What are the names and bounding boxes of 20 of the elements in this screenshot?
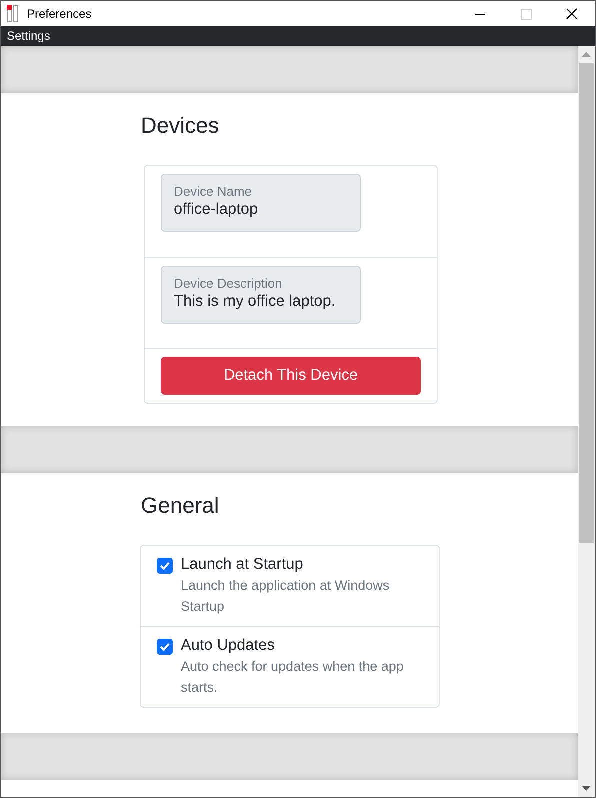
- detach-button[interactable]: Detach This Device: [161, 357, 421, 395]
- option-label: Auto Updates: [181, 637, 276, 655]
- checkmark-icon: [160, 643, 170, 651]
- scroll-thumb[interactable]: [579, 63, 594, 543]
- app-icon: [7, 4, 19, 22]
- checkbox[interactable]: [157, 639, 173, 655]
- window-title: Preferences: [27, 6, 92, 20]
- option-label: Launch at Startup: [181, 556, 304, 574]
- section-heading: Devices: [141, 113, 220, 139]
- section-heading: General: [141, 493, 220, 519]
- input-field[interactable]: Device Name office-laptop: [161, 174, 361, 232]
- scroll-up-icon[interactable]: [582, 52, 591, 57]
- scroll-down-icon[interactable]: [582, 786, 591, 791]
- checkmark-icon: [160, 562, 170, 570]
- checkbox[interactable]: [157, 558, 173, 574]
- option-description: Auto check for updates when the app starts.: [181, 658, 405, 697]
- scrollbar[interactable]: [578, 46, 595, 797]
- input-field[interactable]: Device Description This is my office laptop.: [161, 266, 361, 324]
- option-description: Launch the application at Windows Startup: [181, 577, 391, 616]
- menu-item[interactable]: Settings: [1, 29, 56, 43]
